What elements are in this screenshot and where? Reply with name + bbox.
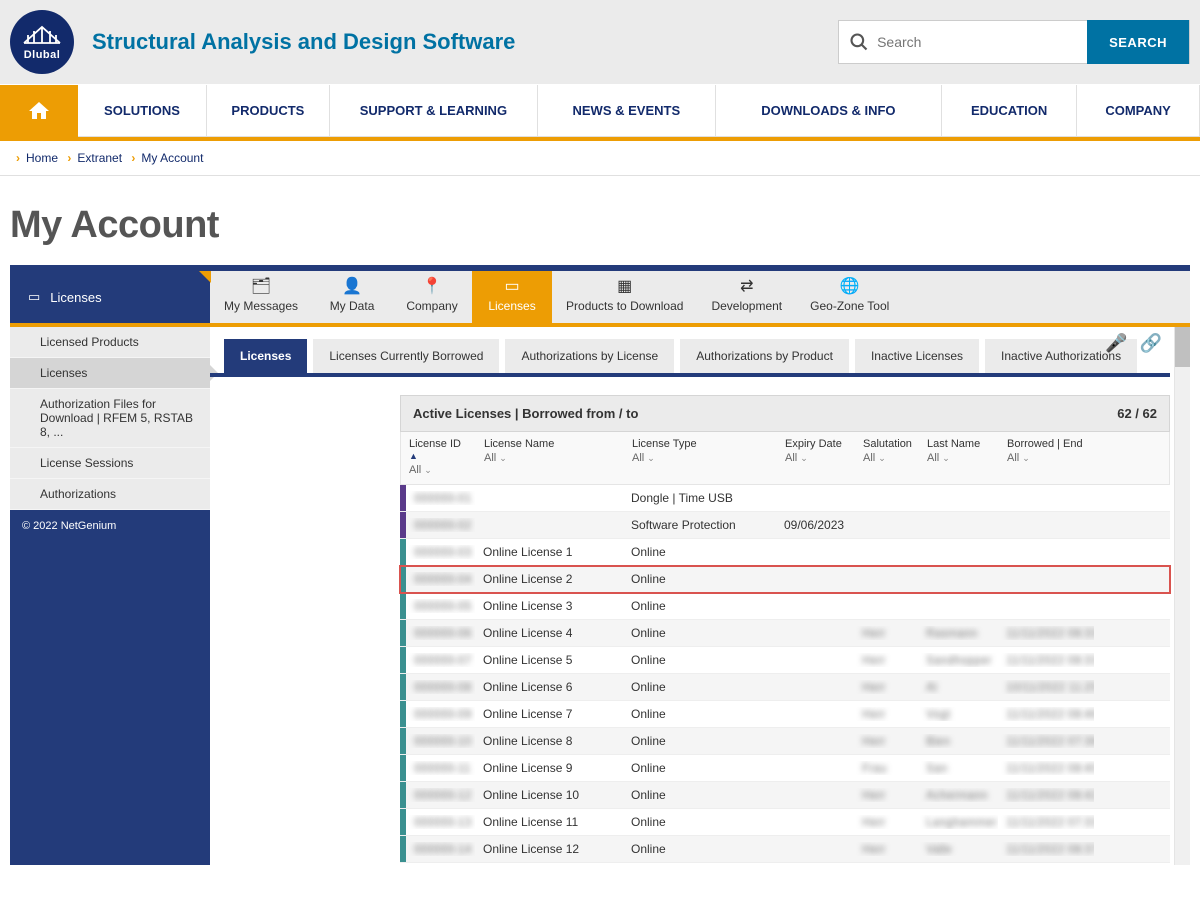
- tab-icon: ⇄: [737, 277, 757, 295]
- account-tab-development[interactable]: ⇄Development: [697, 271, 796, 323]
- crumb-home[interactable]: Home: [26, 151, 58, 165]
- mic-icon[interactable]: 🎤: [1105, 333, 1127, 354]
- sidebar-item[interactable]: License Sessions: [10, 448, 210, 479]
- account-tab-company[interactable]: 📍Company: [392, 271, 472, 323]
- search-box: SEARCH: [838, 20, 1190, 64]
- search-icon: [839, 32, 877, 52]
- crumb-myaccount[interactable]: My Account: [141, 151, 203, 165]
- subtab[interactable]: Licenses: [224, 339, 307, 373]
- table-row[interactable]: 000000-04Online License 2Online: [400, 566, 1170, 593]
- column-header[interactable]: Borrowed | EndAll ⌄: [999, 432, 1095, 484]
- account-current-section: ▭ Licenses: [10, 271, 210, 323]
- column-header[interactable]: SalutationAll ⌄: [855, 432, 919, 484]
- table-row[interactable]: 000000-01Dongle | Time USB: [400, 485, 1170, 512]
- nav-education[interactable]: EDUCATION: [942, 85, 1077, 137]
- nav-support[interactable]: SUPPORT & LEARNING: [330, 85, 538, 137]
- search-input[interactable]: [877, 21, 1087, 63]
- brand-logo[interactable]: Dlubal: [10, 10, 74, 74]
- tab-icon: 🗂: [251, 277, 271, 295]
- tab-icon: 📍: [422, 277, 442, 295]
- table-row[interactable]: 000000-09Online License 7OnlineHerrVogt1…: [400, 701, 1170, 728]
- account-tab-products-to-download[interactable]: ▦Products to Download: [552, 271, 697, 323]
- tab-icon: ▭: [502, 277, 522, 295]
- search-button[interactable]: SEARCH: [1087, 20, 1189, 64]
- column-header[interactable]: Expiry DateAll ⌄: [777, 432, 855, 484]
- column-header[interactable]: License TypeAll ⌄: [624, 432, 777, 484]
- brand-name: Dlubal: [24, 49, 61, 61]
- subtab[interactable]: Authorizations by License: [505, 339, 674, 373]
- table-row[interactable]: 000000-03Online License 1Online: [400, 539, 1170, 566]
- sidebar-item[interactable]: Authorizations: [10, 479, 210, 510]
- table-title: Active Licenses | Borrowed from / to: [413, 406, 638, 421]
- table-row[interactable]: 000000-02Software Protection09/06/2023: [400, 512, 1170, 539]
- table-row[interactable]: 000000-06Online License 4OnlineHerrRasma…: [400, 620, 1170, 647]
- nav-downloads[interactable]: DOWNLOADS & INFO: [716, 85, 942, 137]
- table-row[interactable]: 000000-13Online License 11OnlineHerrLang…: [400, 809, 1170, 836]
- subtab[interactable]: Inactive Licenses: [855, 339, 979, 373]
- table-row[interactable]: 000000-07Online License 5OnlineHerrSandh…: [400, 647, 1170, 674]
- nav-company[interactable]: COMPANY: [1077, 85, 1200, 137]
- column-header[interactable]: License ID ▲All ⌄: [401, 432, 476, 484]
- table-row[interactable]: 000000-08Online License 6OnlineHerrAl10/…: [400, 674, 1170, 701]
- table-row[interactable]: 000000-14Online License 12OnlineHerrVall…: [400, 836, 1170, 863]
- account-tab-my-data[interactable]: 👤My Data: [312, 271, 392, 323]
- page-title: My Account: [10, 204, 1200, 247]
- sidebar-footer: © 2022 NetGenium: [10, 510, 210, 542]
- breadcrumb: ›Home ›Extranet ›My Account: [0, 141, 1200, 176]
- table-count: 62 / 62: [1117, 406, 1157, 421]
- nav-products[interactable]: PRODUCTS: [207, 85, 330, 137]
- table-row[interactable]: 000000-11Online License 9OnlineFrauSan11…: [400, 755, 1170, 782]
- main-nav: SOLUTIONS PRODUCTS SUPPORT & LEARNING NE…: [0, 84, 1200, 137]
- table-row[interactable]: 000000-12Online License 10OnlineHerrAche…: [400, 782, 1170, 809]
- brand-tagline: Structural Analysis and Design Software: [92, 29, 515, 55]
- account-tab-licenses[interactable]: ▭Licenses: [472, 271, 552, 323]
- nav-solutions[interactable]: SOLUTIONS: [78, 85, 207, 137]
- tab-icon: 🌐: [840, 277, 860, 295]
- link-icon[interactable]: 🔗: [1140, 333, 1162, 354]
- account-current-label: Licenses: [50, 290, 101, 305]
- sidebar-item[interactable]: Licenses: [10, 358, 210, 389]
- nav-news[interactable]: NEWS & EVENTS: [538, 85, 716, 137]
- tab-icon: 👤: [342, 277, 362, 295]
- tab-icon: ▦: [615, 277, 635, 295]
- column-header[interactable]: Last NameAll ⌄: [919, 432, 999, 484]
- account-tab-geo-zone-tool[interactable]: 🌐Geo-Zone Tool: [796, 271, 903, 323]
- sidebar-item[interactable]: Authorization Files for Download | RFEM …: [10, 389, 210, 448]
- nav-home[interactable]: [0, 85, 78, 137]
- column-header[interactable]: License NameAll ⌄: [476, 432, 624, 484]
- table-row[interactable]: 000000-10Online License 8OnlineHerrBien1…: [400, 728, 1170, 755]
- account-tab-my-messages[interactable]: 🗂My Messages: [210, 271, 312, 323]
- sidebar-item[interactable]: Licensed Products: [10, 327, 210, 358]
- table-row[interactable]: 000000-05Online License 3Online: [400, 593, 1170, 620]
- subtab[interactable]: Authorizations by Product: [680, 339, 849, 373]
- scrollbar[interactable]: [1174, 327, 1190, 865]
- crumb-extranet[interactable]: Extranet: [77, 151, 122, 165]
- subtab[interactable]: Licenses Currently Borrowed: [313, 339, 499, 373]
- licenses-icon: ▭: [28, 289, 40, 305]
